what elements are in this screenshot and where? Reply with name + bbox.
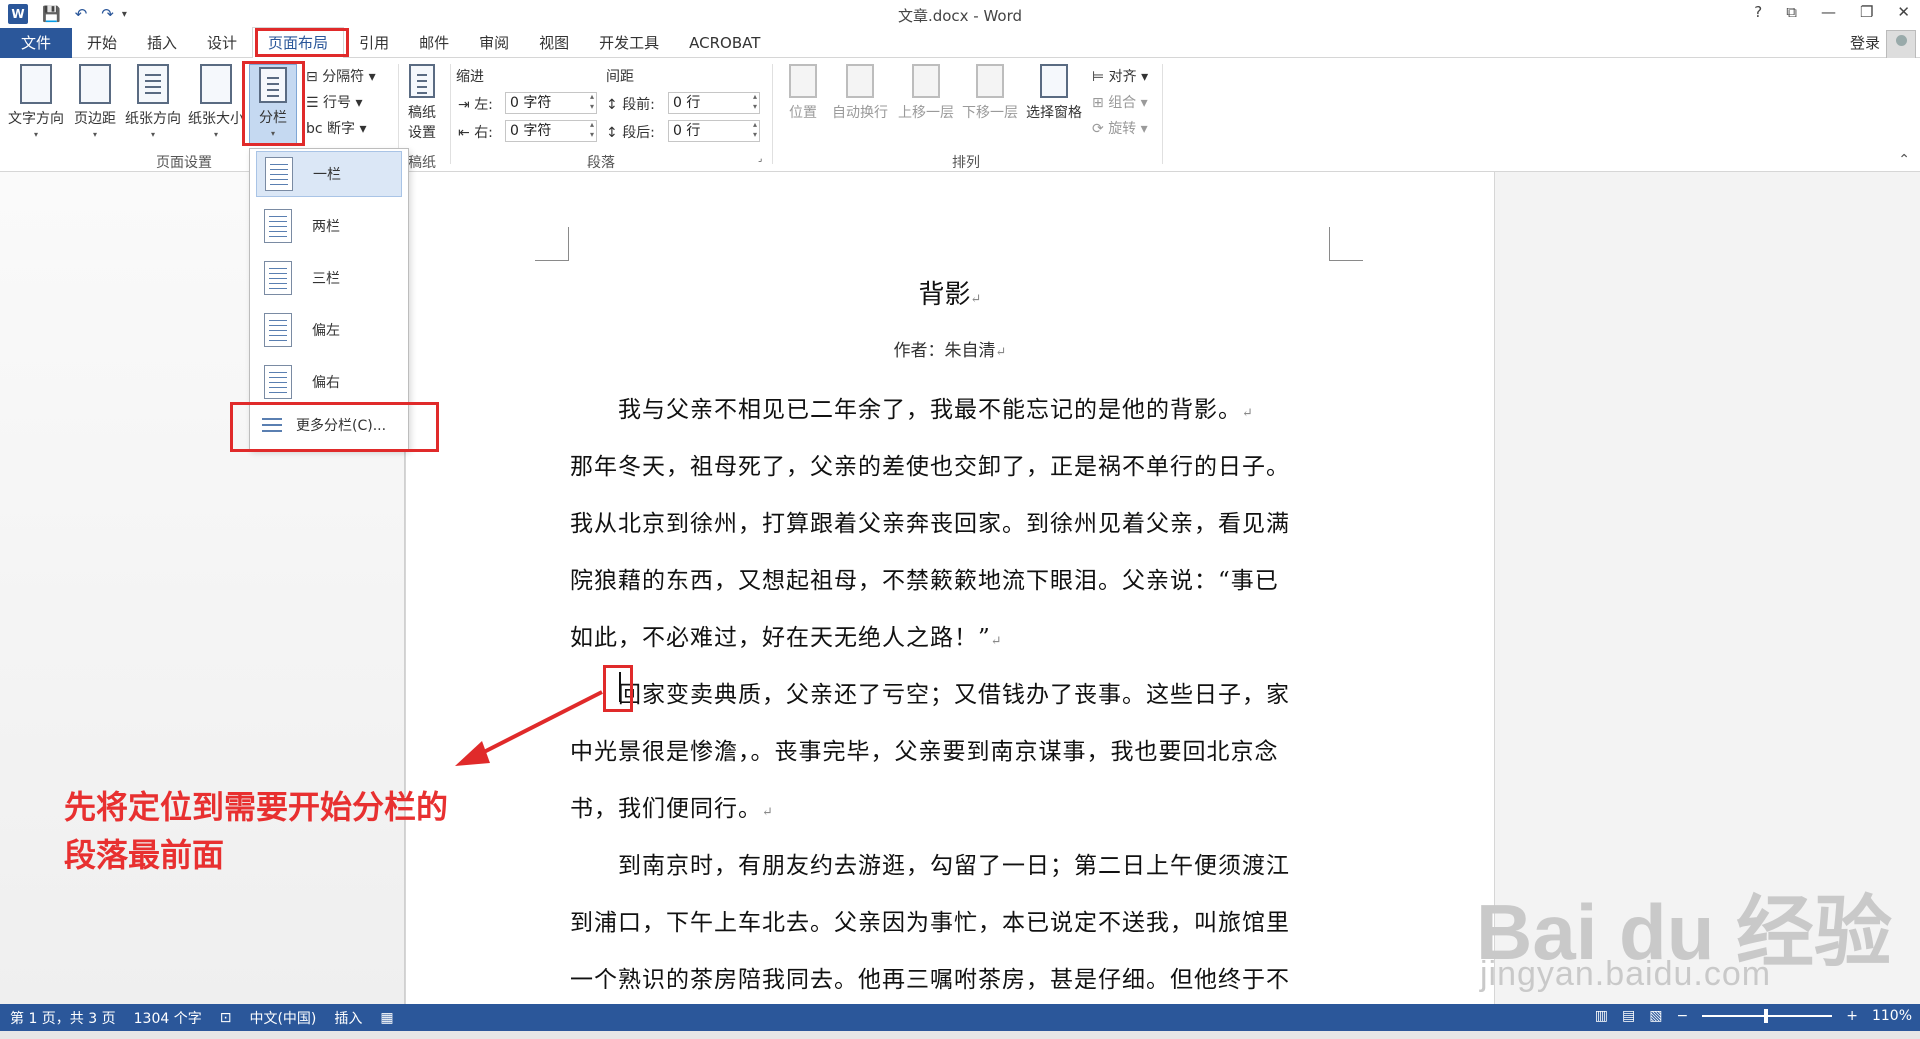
page-count[interactable]: 第 1 页，共 3 页: [10, 1008, 116, 1028]
read-mode-icon[interactable]: ▥: [1595, 1008, 1608, 1024]
web-layout-icon[interactable]: ▧: [1649, 1008, 1662, 1024]
status-bar: 第 1 页，共 3 页 1304 个字 ⊡ 中文(中国) 插入 ▦ ▥ ▤ ▧ …: [0, 1004, 1920, 1031]
annotation-line: 先将定位到需要开始分栏的: [64, 788, 449, 826]
language-status[interactable]: 中文(中国): [249, 1008, 316, 1028]
zoom-in-button[interactable]: +: [1846, 1008, 1858, 1024]
taskbar-strip: [0, 1031, 1920, 1039]
annotation-line: 段落最前面: [64, 836, 225, 874]
macro-icon[interactable]: ▦: [380, 1010, 393, 1026]
word-count[interactable]: 1304 个字: [134, 1008, 202, 1028]
print-layout-icon[interactable]: ▤: [1622, 1008, 1635, 1024]
zoom-level[interactable]: 110%: [1872, 1008, 1912, 1024]
zoom-slider[interactable]: [1702, 1009, 1833, 1023]
view-controls: ▥ ▤ ▧ − + 110%: [1595, 1008, 1912, 1024]
proofing-icon[interactable]: ⊡: [220, 1010, 232, 1026]
annotation-text: 先将定位到需要开始分栏的 段落最前面: [64, 783, 448, 879]
baidu-watermark-url: jingyan.baidu.com: [1480, 955, 1772, 993]
insert-mode[interactable]: 插入: [334, 1008, 362, 1028]
zoom-out-button[interactable]: −: [1677, 1008, 1689, 1024]
